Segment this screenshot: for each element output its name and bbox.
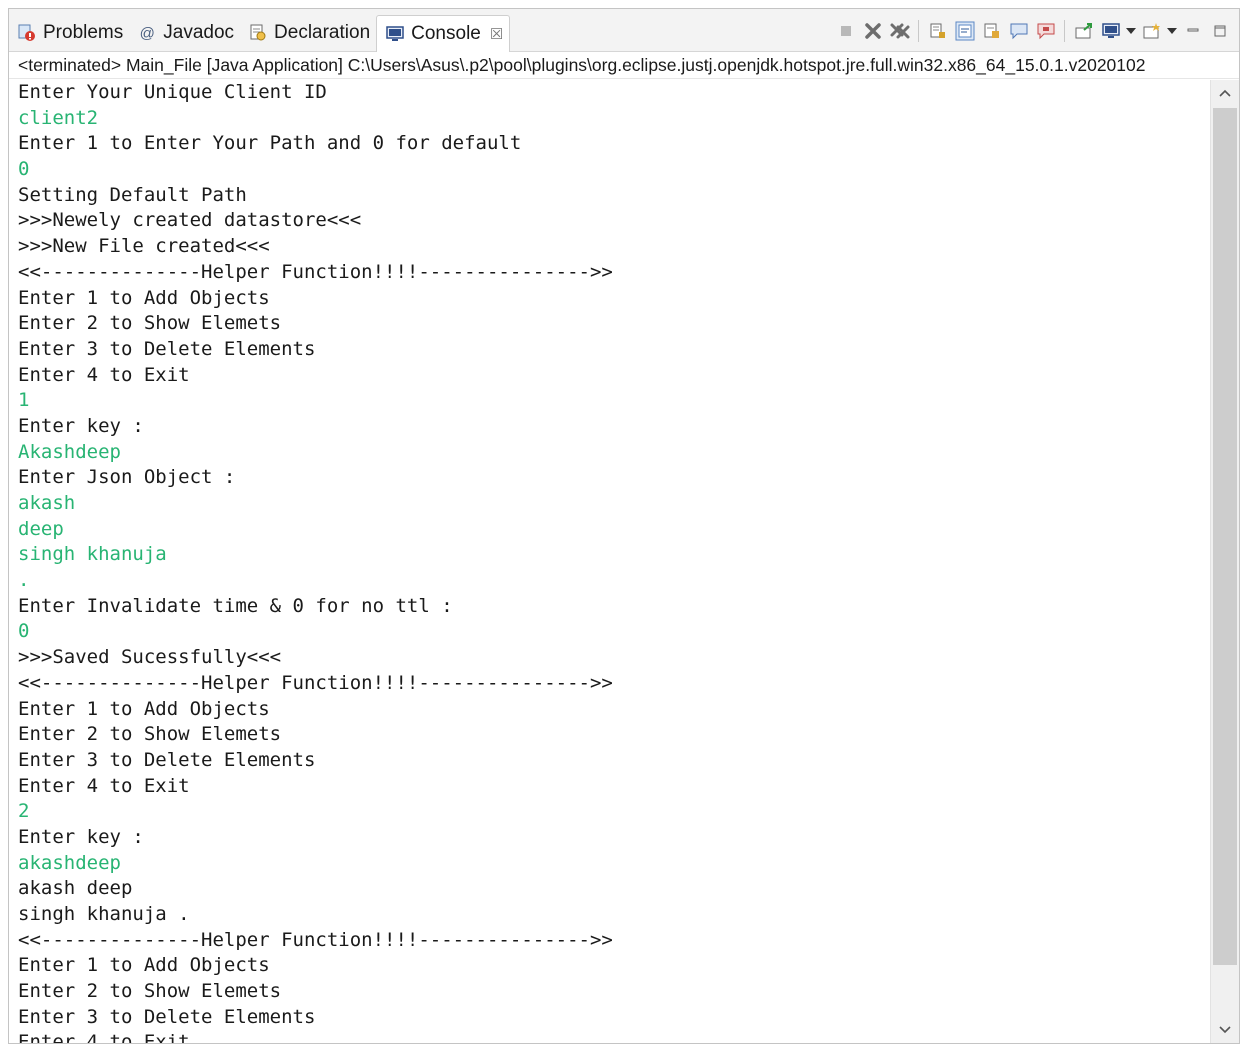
launch-status-line: <terminated> Main_File [Java Application… [9,52,1239,79]
console-output-line: Enter 1 to Add Objects [18,697,270,720]
close-tab-icon[interactable]: ☒ [490,25,503,43]
console-output-line: <<--------------Helper Function!!!!-----… [18,671,613,694]
console-input-line: . [18,569,30,592]
show-on-stderr-icon[interactable] [1006,19,1031,44]
console-output-line: Enter 2 to Show Elemets [18,312,282,335]
console-input-line: 0 [18,620,30,643]
tab-declaration[interactable]: Declaration [240,15,376,51]
minimize-icon[interactable] [1180,19,1205,44]
scroll-up-icon[interactable] [1211,80,1239,106]
console-output-line: Enter key : [18,825,144,848]
remove-all-terminated-icon[interactable] [887,19,912,44]
toolbar-separator [918,20,919,42]
open-console-icon[interactable] [1098,19,1123,44]
console-input-line: 0 [18,158,30,181]
console-output-line: Setting Default Path [18,183,247,206]
declaration-icon [248,23,268,43]
vertical-scrollbar[interactable] [1210,80,1239,1043]
console-output-line: Enter 4 to Exit [18,363,190,386]
console-icon [385,24,405,44]
console-output-line: akash deep [18,877,133,900]
tab-label: Console [411,23,481,44]
console-output-line: Enter 3 to Delete Elements [18,748,316,771]
console-output-line: Enter 4 to Exit [18,774,190,797]
display-console-icon[interactable] [1071,19,1096,44]
console-output-line: <<--------------Helper Function!!!!-----… [18,260,613,283]
console-output-line: Enter 3 to Delete Elements [18,1005,316,1028]
console-output-line: Enter 3 to Delete Elements [18,337,316,360]
console-output-line: Enter Invalidate time & 0 for no ttl : [18,594,453,617]
console-output-line: Enter 1 to Add Objects [18,286,270,309]
console-output-line: Enter 2 to Show Elemets [18,980,282,1003]
console-output-line: <<--------------Helper Function!!!!-----… [18,928,613,951]
console-output-line: >>>Saved Sucessfully<<< [18,646,282,669]
new-console-icon[interactable] [1139,19,1164,44]
show-on-stdout-icon[interactable] [979,19,1004,44]
console-output-line: Enter Json Object : [18,466,236,489]
toolbar-separator [1064,20,1065,42]
console-output-line: Enter key : [18,414,144,437]
word-wrap-icon[interactable] [952,19,977,44]
console-input-line: client2 [18,106,99,129]
console-output-line: Enter 1 to Enter Your Path and 0 for def… [18,132,522,155]
problems-icon [17,23,37,43]
console-toolbar [832,18,1233,44]
maximize-icon[interactable] [1207,19,1232,44]
remove-launch-icon[interactable] [860,19,885,44]
pin-console-icon[interactable] [1033,19,1058,44]
tab-label: Javadoc [163,22,235,43]
console-output-line: >>>Newely created datastore<<< [18,209,362,232]
console-view: Problems @ Javadoc Declaration Console ☒ [8,8,1240,1044]
at-sign-icon: @ [139,24,155,42]
console-input-line: akashdeep [18,851,121,874]
console-input-line: Akashdeep [18,440,121,463]
scroll-lock-icon[interactable] [925,19,950,44]
console-output-line: Enter 1 to Add Objects [18,954,270,977]
tab-javadoc[interactable]: @ Javadoc [129,15,240,51]
console-input-line: akash [18,492,76,514]
console-input-line: singh khanuja [18,543,167,566]
console-input-line: deep [18,517,64,540]
console-output[interactable]: Enter Your Unique Client ID client2 Enter … [9,80,1212,1043]
scrollbar-thumb[interactable] [1213,108,1237,965]
view-tabs: Problems @ Javadoc Declaration Console ☒ [9,15,511,52]
chevron-down-icon[interactable] [1125,19,1137,44]
console-output-line: singh khanuja . [18,903,190,925]
console-output-line: Enter 2 to Show Elemets [18,723,282,746]
terminate-icon[interactable] [833,19,858,44]
console-output-line: Enter 4 to Exit [18,1031,190,1043]
tab-console[interactable]: Console ☒ [376,15,511,52]
chevron-down-icon[interactable] [1166,19,1178,44]
scroll-down-icon[interactable] [1211,1017,1239,1043]
console-output-line: Enter Your Unique Client ID [18,81,327,103]
view-tab-bar: Problems @ Javadoc Declaration Console ☒ [9,9,1239,52]
tab-problems[interactable]: Problems [9,15,129,51]
console-input-line: 1 [18,389,30,412]
tab-label: Declaration [274,22,371,43]
console-input-line: 2 [18,800,30,823]
console-output-line: >>>New File created<<< [18,235,270,258]
tab-label: Problems [43,22,124,43]
